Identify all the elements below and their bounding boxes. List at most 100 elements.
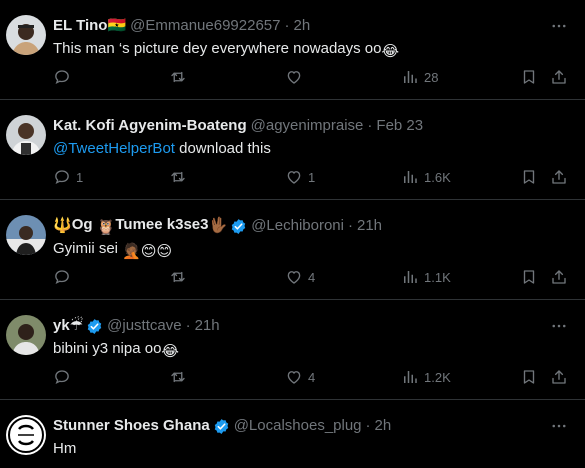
bookmark-icon	[520, 268, 538, 286]
like-button[interactable]	[285, 68, 308, 86]
views-icon	[401, 368, 419, 386]
separator-dot: ·	[185, 317, 191, 334]
share-icon	[550, 368, 568, 386]
share-button[interactable]	[550, 268, 568, 286]
views-icon	[401, 68, 419, 86]
share-button[interactable]	[550, 68, 568, 86]
action-bar: 1 1 1.6K	[53, 167, 577, 187]
timestamp[interactable]: 21h	[357, 217, 382, 235]
avatar[interactable]	[6, 315, 46, 355]
handle[interactable]: @justtcave	[107, 317, 181, 335]
reply-button[interactable]	[53, 268, 76, 286]
retweet-button[interactable]	[169, 168, 192, 186]
reply-icon	[53, 168, 71, 186]
verified-icon[interactable]	[230, 218, 247, 235]
mention-link[interactable]: @TweetHelperBot	[53, 140, 175, 157]
retweet-icon	[169, 68, 187, 86]
retweet-button[interactable]	[169, 68, 192, 86]
separator-dot: ·	[347, 217, 353, 234]
name-prefix-emoji: 🔱	[53, 217, 72, 234]
verified-icon[interactable]	[86, 318, 103, 335]
display-name[interactable]: EL Tino	[53, 17, 107, 35]
views-icon	[401, 168, 419, 186]
like-button[interactable]: 4	[285, 368, 315, 386]
action-bar: 4 1.1K	[53, 267, 577, 287]
share-icon	[550, 268, 568, 286]
reply-button[interactable]	[53, 68, 76, 86]
timestamp[interactable]: Feb 23	[376, 117, 423, 135]
bookmark-button[interactable]	[520, 368, 538, 386]
views-icon	[401, 268, 419, 286]
view-count: 1.1K	[424, 269, 451, 285]
like-count: 4	[308, 269, 316, 285]
more-icon[interactable]	[549, 316, 569, 336]
retweet-button[interactable]	[169, 268, 192, 286]
tweet-text-body: Gyimii sei	[53, 240, 123, 257]
separator-dot: ·	[367, 117, 373, 134]
views-button[interactable]: 1.6K	[401, 168, 451, 186]
tweet-emoji: 😂	[161, 343, 179, 360]
name-suffix-emoji: 🖖🏾	[208, 217, 228, 234]
retweet-button[interactable]	[169, 368, 192, 386]
tweet[interactable]: yk ☔ @justtcave · 21h bibini y3 nipa oo😂 …	[0, 300, 585, 400]
handle[interactable]: @Emmanue69922657	[130, 17, 280, 35]
avatar[interactable]	[6, 415, 46, 455]
reply-button[interactable]	[53, 368, 76, 386]
tweet-emoji: 😂	[381, 43, 400, 60]
avatar[interactable]	[6, 115, 46, 155]
like-button[interactable]: 1	[285, 168, 315, 186]
display-name[interactable]: Kat. Kofi Agyenim-Boateng	[53, 117, 247, 135]
share-icon	[550, 68, 568, 86]
reply-feed: EL Tino 🇬🇭 @Emmanue69922657 · 2h This man…	[0, 0, 585, 468]
views-button[interactable]: 1.2K	[401, 368, 451, 386]
avatar[interactable]	[6, 15, 46, 55]
owl-emoji: 🦉	[96, 218, 116, 236]
avatar[interactable]	[6, 215, 46, 255]
display-name-part1: Og	[71, 215, 97, 233]
name-flag-emoji: 🇬🇭	[107, 17, 127, 34]
like-icon	[285, 268, 303, 286]
bookmark-icon	[520, 168, 538, 186]
retweet-icon	[169, 168, 187, 186]
bookmark-icon	[520, 68, 538, 86]
like-button[interactable]: 4	[285, 268, 315, 286]
views-button[interactable]: 1.1K	[401, 268, 451, 286]
timestamp[interactable]: 2h	[375, 417, 392, 435]
tweet[interactable]: 🔱 Og 🦉Tumee k3se3 🖖🏾 @Lechiboroni · 21h G…	[0, 200, 585, 300]
handle[interactable]: @Localshoes_plug	[234, 417, 362, 435]
timestamp[interactable]: 2h	[293, 17, 310, 35]
like-icon	[285, 368, 303, 386]
handle[interactable]: @agyenimpraise	[251, 117, 364, 135]
reply-icon	[53, 368, 71, 386]
retweet-icon	[169, 268, 187, 286]
tweet-text: This man ‘s picture dey everywhere nowad…	[53, 39, 569, 62]
retweet-icon	[169, 368, 187, 386]
action-bar: 28	[53, 67, 577, 87]
tweet[interactable]: Kat. Kofi Agyenim-Boateng @agyenimpraise…	[0, 100, 585, 200]
bookmark-icon	[520, 368, 538, 386]
more-icon[interactable]	[549, 416, 569, 436]
share-icon	[550, 168, 568, 186]
display-name[interactable]: Stunner Shoes Ghana	[53, 417, 210, 435]
tweet[interactable]: EL Tino 🇬🇭 @Emmanue69922657 · 2h This man…	[0, 0, 585, 100]
share-button[interactable]	[550, 368, 568, 386]
reply-icon	[53, 268, 71, 286]
share-button[interactable]	[550, 168, 568, 186]
view-count: 1.6K	[424, 169, 451, 185]
bookmark-button[interactable]	[520, 268, 538, 286]
display-name[interactable]: yk	[53, 317, 70, 335]
reply-button[interactable]: 1	[53, 168, 83, 186]
tweet-text: Hm	[53, 440, 77, 457]
handle[interactable]: @Lechiboroni	[251, 217, 344, 235]
view-count: 1.2K	[424, 369, 451, 385]
reply-count: 1	[76, 169, 84, 185]
bookmark-button[interactable]	[520, 168, 538, 186]
bookmark-button[interactable]	[520, 68, 538, 86]
tweet[interactable]: Stunner Shoes Ghana @Localshoes_plug · 2…	[0, 400, 585, 468]
tweet-text: Gyimii sei 🤦🏾😊😊	[53, 239, 569, 262]
views-button[interactable]: 28	[401, 68, 438, 86]
more-icon[interactable]	[549, 16, 569, 36]
display-name[interactable]: Og 🦉Tumee k3se3	[72, 216, 209, 237]
verified-icon[interactable]	[213, 418, 230, 435]
timestamp[interactable]: 21h	[195, 317, 220, 335]
